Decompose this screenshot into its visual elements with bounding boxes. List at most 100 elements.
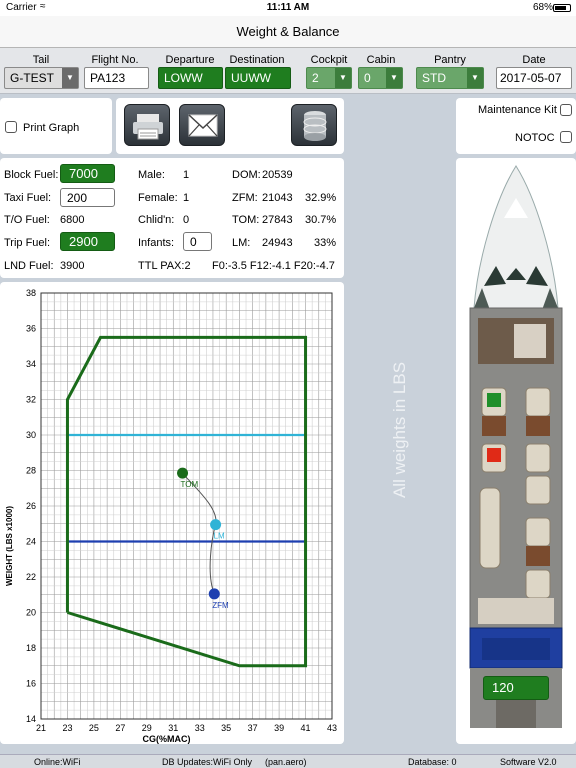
nav-bar: Weight & Balance (0, 16, 576, 48)
cg-envelope-chart: 21 23 25 27 29 31 33 35 37 39 41 43 14 16 18 20 22 24 26 28… (5, 288, 337, 744)
print-button[interactable] (124, 104, 170, 146)
x-tick-label: 41 (301, 723, 311, 733)
pantry-value: STD (422, 71, 446, 85)
destination-label: Destination (229, 54, 285, 66)
to-fuel-value: 6800 (60, 214, 85, 226)
x-tick-label: 39 (274, 723, 284, 733)
domain-label: (pan.aero) (265, 757, 307, 767)
battery-icon (553, 4, 571, 12)
zfm-label: ZFM: (232, 192, 258, 204)
date-input[interactable]: 2017-05-07 (496, 67, 572, 89)
cabin-select[interactable]: 0 ▼ (358, 67, 403, 89)
cg-point-label: LM (214, 532, 225, 541)
taxi-fuel-input[interactable]: 200 (60, 188, 115, 207)
taxi-fuel-label: Taxi Fuel: (4, 192, 52, 204)
infants-label: Infants: (138, 237, 175, 249)
x-tick-label: 43 (327, 723, 337, 733)
x-axis-label: CG(%MAC) (143, 734, 191, 744)
departure-label: Departure (165, 54, 215, 66)
cabin-label: Cabin (366, 54, 396, 66)
maintenance-kit-checkbox[interactable] (560, 104, 572, 116)
trip-fuel-label: Trip Fuel: (4, 237, 51, 249)
baggage-weight-input[interactable]: 120 (483, 676, 549, 700)
print-graph-panel: Print Graph (0, 98, 112, 154)
chevron-down-icon: ▼ (335, 68, 351, 88)
cg-point-label: TOM (181, 480, 199, 489)
x-tick-label: 25 (89, 723, 99, 733)
pantry-label: Pantry (434, 54, 466, 66)
cockpit-select[interactable]: 2 ▼ (306, 67, 352, 89)
y-tick-label: 38 (26, 288, 36, 298)
notoc-label: NOTOC (515, 132, 555, 144)
notoc-checkbox[interactable] (560, 131, 572, 143)
cg-point-lm (210, 519, 222, 531)
software-version: Software V2.0 (500, 757, 557, 767)
lm-value: 24943 (262, 237, 293, 249)
x-tick-label: 33 (195, 723, 205, 733)
aircraft-seatmap (469, 165, 563, 728)
units-watermark-text: All weights in LBS (390, 361, 409, 499)
children-value: 0 (183, 214, 190, 226)
flight-label: Flight No. (91, 54, 139, 66)
x-tick-label: 23 (62, 723, 72, 733)
status-bar: Carrier ≈ 11:11 AM 68% (0, 0, 576, 16)
cg-point-zfm (208, 588, 220, 600)
cabin-value: 0 (364, 71, 371, 85)
to-fuel-label: T/O Fuel: (4, 214, 50, 226)
pantry-select[interactable]: STD ▼ (416, 67, 484, 89)
aircraft-panel: 120 (456, 158, 576, 744)
tom-value: 27843 (262, 214, 293, 226)
print-graph-label: Print Graph (23, 122, 80, 134)
block-fuel-label: Block Fuel: (4, 169, 59, 181)
clock: 11:11 AM (266, 2, 310, 13)
load-info-panel: Block Fuel: 7000 Taxi Fuel: 200 T/O Fuel… (0, 158, 344, 278)
trip-fuel-input[interactable]: 2900 (60, 232, 115, 251)
male-value: 1 (183, 169, 190, 181)
tom-percent: 30.7% (305, 214, 337, 226)
female-label: Female: (138, 192, 178, 204)
cabin-seat-occupied (487, 448, 501, 462)
destination-input[interactable]: UUWW (225, 67, 291, 89)
y-tick-label: 16 (26, 679, 36, 689)
y-tick-label: 14 (26, 714, 36, 724)
battery-percent: 68% (533, 2, 554, 13)
printer-icon (133, 114, 163, 140)
online-status: Online:WiFi (34, 757, 81, 767)
infants-input[interactable]: 0 (183, 232, 212, 251)
x-tick-label: 29 (142, 723, 152, 733)
y-tick-label: 18 (26, 643, 36, 653)
email-button[interactable] (179, 104, 225, 146)
actions-panel (116, 98, 344, 154)
print-graph-checkbox[interactable] (5, 121, 17, 133)
options-panel: Maintenance Kit NOTOC (456, 98, 576, 154)
aircraft-nose (473, 165, 559, 309)
x-tick-label: 31 (168, 723, 178, 733)
y-tick-label: 34 (26, 359, 36, 369)
y-tick-label: 28 (26, 466, 36, 476)
x-tick-label: 35 (221, 723, 231, 733)
y-tick-label: 32 (26, 395, 36, 405)
page-title: Weight & Balance (236, 24, 340, 39)
zfm-value: 21043 (262, 192, 293, 204)
date-label: Date (522, 54, 546, 66)
database-button[interactable] (291, 104, 337, 146)
x-tick-label: 21 (36, 723, 46, 733)
chevron-down-icon: ▼ (467, 68, 483, 88)
tail-select[interactable]: G-TEST ▼ (4, 67, 79, 89)
dom-label: DOM: (232, 169, 261, 181)
cg-chart-panel: 21 23 25 27 29 31 33 35 37 39 41 43 14 16 18 20 22 24 26 28… (0, 282, 344, 744)
block-fuel-input[interactable]: 7000 (60, 164, 115, 183)
female-value: 1 (183, 192, 190, 204)
maintenance-kit-label: Maintenance Kit (478, 104, 557, 116)
tail-value: G-TEST (10, 71, 54, 85)
y-tick-label: 24 (26, 537, 36, 547)
lnd-fuel-label: LND Fuel: (4, 260, 54, 272)
departure-input[interactable]: LOWW (158, 67, 223, 89)
flight-number-input[interactable]: PA123 (84, 67, 149, 89)
flap-values: F0:-3.5 F12:-4.1 F20:-4.7 (212, 260, 335, 272)
cg-point-label: ZFM (212, 601, 229, 610)
x-tick-label: 37 (248, 723, 258, 733)
cockpit-value: 2 (312, 71, 319, 85)
cockpit-seat-occupied (487, 393, 501, 407)
y-axis-label: WEIGHT (LBS x1000) (5, 506, 14, 586)
